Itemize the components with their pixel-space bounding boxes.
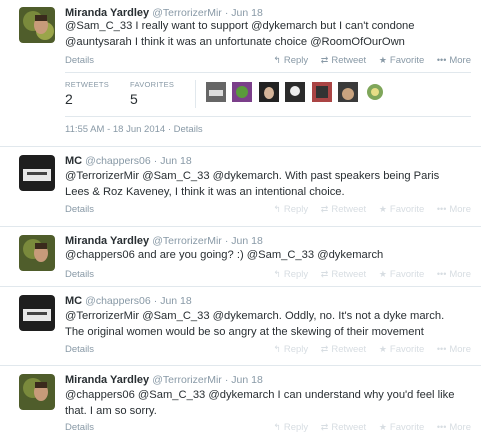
favorite-button[interactable]: ★ Favorite	[379, 344, 424, 355]
avatar[interactable]	[19, 155, 55, 191]
retweet-button[interactable]: ⇄ Retweet	[321, 269, 366, 280]
author-handle[interactable]: @TerrorizerMir	[152, 374, 222, 386]
reply-button[interactable]: ↰ Reply	[273, 204, 308, 215]
avatar[interactable]	[232, 82, 253, 102]
author-handle[interactable]: @TerrorizerMir	[152, 235, 222, 247]
details-link[interactable]: Details	[65, 422, 94, 433]
avatar[interactable]	[364, 82, 385, 102]
author-name[interactable]: Miranda Yardley	[65, 235, 149, 247]
more-dots-icon: •••	[436, 269, 447, 279]
retweet-button[interactable]: ⇄ Retweet	[321, 55, 366, 66]
author-name[interactable]: MC	[65, 295, 82, 307]
details-link[interactable]: Details	[65, 269, 94, 280]
tweet-text-line: @TerrorizerMir @Sam_C_33 @dykemarch. Wit…	[65, 170, 440, 182]
favorite-star-icon: ★	[378, 204, 387, 214]
favorite-button[interactable]: ★ Favorite	[379, 55, 424, 66]
reply-button[interactable]: ↰ Reply	[273, 422, 308, 433]
favorite-star-icon: ★	[378, 269, 387, 279]
avatar[interactable]	[338, 82, 359, 102]
favorite-button[interactable]: ★ Favorite	[379, 269, 424, 280]
retweets-count[interactable]: 2	[65, 91, 73, 107]
tweet-time[interactable]: Jun 18	[231, 374, 263, 386]
datetime-details-link[interactable]: Details	[174, 124, 203, 135]
favorite-star-icon: ★	[378, 422, 387, 432]
more-button[interactable]: ••• More	[437, 55, 471, 66]
tweet-text-line: The original women would be so angry at …	[65, 326, 424, 338]
more-button[interactable]: ••• More	[437, 422, 471, 433]
more-dots-icon: •••	[436, 55, 447, 65]
retweet-icon: ⇄	[320, 422, 329, 432]
tweet-text-line: @chappers06 @Sam_C_33 @dykemarch I can u…	[65, 389, 455, 401]
tweet-text-line: @chappers06 and are you going? :) @Sam_C…	[65, 249, 384, 261]
details-link[interactable]: Details	[65, 344, 94, 355]
retweet-icon: ⇄	[320, 204, 329, 214]
avatar[interactable]	[206, 82, 226, 102]
retweet-icon: ⇄	[320, 55, 329, 65]
author-handle[interactable]: @chappers06	[85, 155, 151, 167]
avatar[interactable]	[19, 374, 55, 410]
retweet-button[interactable]: ⇄ Retweet	[321, 422, 366, 433]
author-name[interactable]: Miranda Yardley	[65, 374, 149, 386]
reply-icon: ↰	[273, 55, 281, 65]
author-name[interactable]: MC	[65, 155, 82, 167]
tweet-text-line: Lees & Roz Kaveney, I think it was an in…	[65, 186, 345, 198]
favorite-star-icon: ★	[378, 344, 387, 354]
tweet-text-line: that. I am so sorry.	[65, 405, 157, 417]
tweet-time[interactable]: Jun 18	[160, 295, 192, 307]
avatar[interactable]	[19, 235, 55, 271]
tweet-text-line: @TerrorizerMir @Sam_C_33 @dykemarch. Odd…	[65, 310, 445, 322]
reply-icon: ↰	[273, 204, 281, 214]
avatar[interactable]	[311, 82, 332, 102]
details-link[interactable]: Details	[65, 55, 94, 66]
mention-link[interactable]: @Sam_C_33	[65, 20, 132, 32]
avatar[interactable]	[285, 82, 306, 102]
retweet-button[interactable]: ⇄ Retweet	[321, 344, 366, 355]
favorite-star-icon: ★	[378, 55, 387, 65]
tweet-time[interactable]: Jun 18	[160, 155, 192, 167]
details-link[interactable]: Details	[65, 204, 94, 215]
more-dots-icon: •••	[436, 422, 447, 432]
reply-icon: ↰	[273, 422, 281, 432]
more-button[interactable]: ••• More	[437, 204, 471, 215]
retweet-button[interactable]: ⇄ Retweet	[321, 204, 366, 215]
retweet-icon: ⇄	[320, 269, 329, 279]
more-dots-icon: •••	[436, 344, 447, 354]
tweet-time[interactable]: Jun 18	[231, 235, 263, 247]
more-dots-icon: •••	[436, 204, 447, 214]
favorites-count[interactable]: 5	[130, 91, 138, 107]
favoriters-avatars	[206, 82, 387, 102]
avatar[interactable]	[19, 7, 55, 43]
retweets-label: RETWEETS	[65, 80, 110, 89]
tweet-text: @Sam_C_33 I really want to support @dyke…	[65, 20, 415, 48]
avatar[interactable]	[258, 82, 279, 102]
reply-button[interactable]: ↰ Reply	[273, 269, 308, 280]
favorites-label: FAVORITES	[130, 80, 175, 89]
mention-link[interactable]: @dykemarch	[251, 20, 317, 32]
retweet-icon: ⇄	[320, 344, 329, 354]
mention-link[interactable]: @RoomOfOurOwn	[310, 36, 405, 48]
tweet-datetime[interactable]: 11:55 AM - 18 Jun 2014	[65, 124, 165, 135]
reply-button[interactable]: ↰ Reply	[273, 344, 308, 355]
more-button[interactable]: ••• More	[437, 269, 471, 280]
favorite-button[interactable]: ★ Favorite	[379, 422, 424, 433]
reply-button[interactable]: ↰ Reply	[273, 55, 308, 66]
more-button[interactable]: ••• More	[437, 344, 471, 355]
author-handle[interactable]: @chappers06	[85, 295, 151, 307]
favorite-button[interactable]: ★ Favorite	[379, 204, 424, 215]
reply-icon: ↰	[273, 269, 281, 279]
avatar[interactable]	[19, 295, 55, 331]
mention-link[interactable]: @auntysarah	[65, 36, 132, 48]
reply-icon: ↰	[273, 344, 281, 354]
